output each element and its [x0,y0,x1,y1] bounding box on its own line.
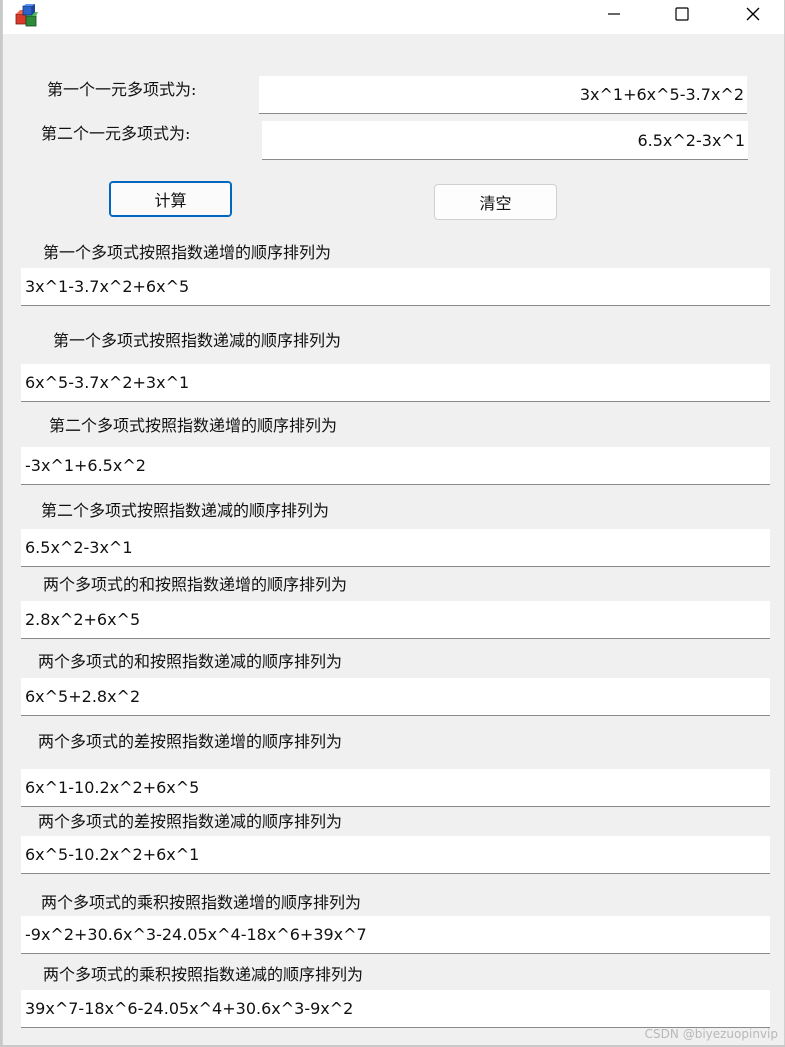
poly2-label: 第二个一元多项式为: [41,124,191,143]
result-field[interactable]: -9x^2+30.6x^3-24.05x^4-18x^6+39x^7 [21,916,770,954]
result-field[interactable]: 39x^7-18x^6-24.05x^4+30.6x^3-9x^2 [21,990,770,1028]
poly2-input[interactable]: 6.5x^2-3x^1 [262,121,748,160]
result-label: 第一个多项式按照指数递增的顺序排列为 [43,243,332,262]
result-field[interactable]: 6x^5+2.8x^2 [21,678,770,716]
result-field[interactable]: 2.8x^2+6x^5 [21,601,770,639]
app-window: 第一个一元多项式为: 3x^1+6x^5-3.7x^2 第二个一元多项式为: 6… [2,0,785,1045]
result-label: 两个多项式的和按照指数递减的顺序排列为 [38,652,343,671]
result-label: 第二个多项式按照指数递减的顺序排列为 [41,501,330,520]
result-label: 两个多项式的乘积按照指数递增的顺序排列为 [41,893,362,912]
result-field[interactable]: -3x^1+6.5x^2 [21,447,770,485]
result-label: 两个多项式的差按照指数递增的顺序排列为 [38,732,343,751]
colored-cubes-icon [15,4,39,28]
result-label: 两个多项式的差按照指数递减的顺序排列为 [38,812,343,831]
poly1-input[interactable]: 3x^1+6x^5-3.7x^2 [259,76,747,114]
clear-button[interactable]: 清空 [434,184,557,220]
poly1-label: 第一个一元多项式为: [47,80,197,99]
maximize-button[interactable] [659,0,705,32]
maximize-icon [674,6,690,26]
result-field[interactable]: 6x^1-10.2x^2+6x^5 [21,769,770,807]
result-label: 两个多项式的乘积按照指数递减的顺序排列为 [43,965,364,984]
result-label: 两个多项式的和按照指数递增的顺序排列为 [43,575,348,594]
result-field[interactable]: 6.5x^2-3x^1 [21,529,770,567]
title-bar[interactable] [3,0,784,34]
result-field[interactable]: 6x^5-10.2x^2+6x^1 [21,836,770,874]
result-field[interactable]: 3x^1-3.7x^2+6x^5 [21,268,770,306]
minimize-button[interactable] [591,0,637,32]
watermark: CSDN @biyezuopinvip [644,1027,778,1041]
calculate-button[interactable]: 计算 [109,181,232,217]
result-label: 第一个多项式按照指数递减的顺序排列为 [53,331,342,350]
result-label: 第二个多项式按照指数递增的顺序排列为 [49,416,338,435]
close-button[interactable] [730,0,776,32]
result-field[interactable]: 6x^5-3.7x^2+3x^1 [21,364,770,402]
close-icon [745,6,761,26]
minimize-icon [606,6,622,26]
